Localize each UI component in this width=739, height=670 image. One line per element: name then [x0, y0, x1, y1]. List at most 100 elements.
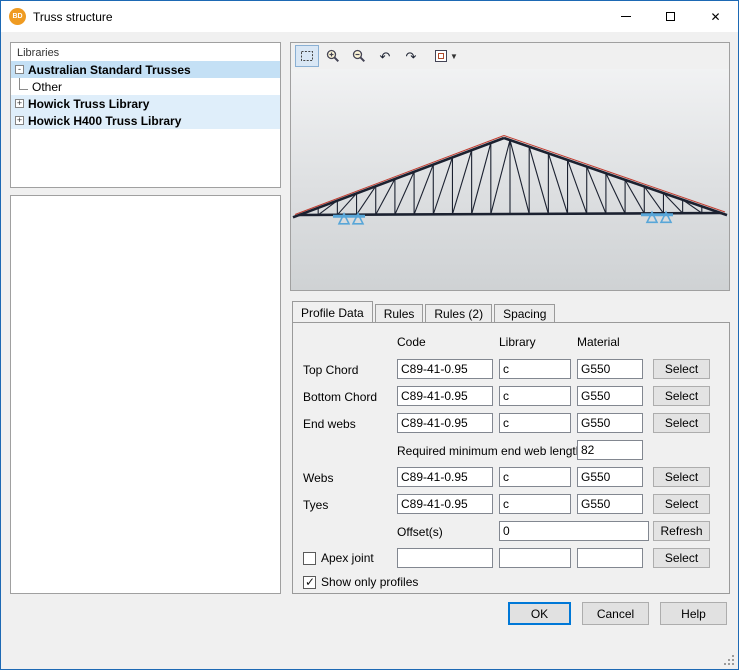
tyes-select-button[interactable]: Select [653, 494, 710, 514]
top-chord-library-input[interactable] [499, 359, 571, 379]
maximize-icon [666, 12, 675, 21]
window-title: Truss structure [33, 10, 113, 24]
ok-button[interactable]: OK [508, 602, 571, 625]
apex-code-input[interactable] [397, 548, 493, 568]
rotate-left-button[interactable]: ↶ [373, 45, 397, 67]
bottom-chord-code-input[interactable] [397, 386, 493, 406]
tree-item-label: Australian Standard Trusses [28, 63, 191, 77]
zoom-in-icon [325, 48, 341, 64]
webs-row: Webs Select [293, 467, 729, 488]
bottom-chord-row: Bottom Chord Select [293, 386, 729, 407]
tyes-material-input[interactable] [577, 494, 643, 514]
profile-data-panel: Code Library Material Top Chord Select B… [292, 322, 730, 594]
bottom-chord-library-input[interactable] [499, 386, 571, 406]
tyes-row: Tyes Select [293, 494, 729, 515]
top-chord-label: Top Chord [303, 363, 358, 377]
tab-rules[interactable]: Rules [375, 304, 424, 322]
cancel-button[interactable]: Cancel [582, 602, 649, 625]
truss-canvas[interactable] [291, 69, 729, 290]
bottom-chord-material-input[interactable] [577, 386, 643, 406]
show-only-profiles-label: Show only profiles [321, 575, 418, 589]
tyes-label: Tyes [303, 498, 328, 512]
apex-material-input[interactable] [577, 548, 643, 568]
viewer-toolbar: ↶ ↷ ▼ [291, 43, 729, 69]
tyes-code-input[interactable] [397, 494, 493, 514]
zoom-in-button[interactable] [321, 45, 345, 67]
offset-row: Offset(s) Refresh [293, 521, 729, 542]
tree-item-label: Other [32, 80, 62, 94]
expand-icon[interactable]: + [15, 116, 24, 125]
tree-item-label: Howick Truss Library [28, 97, 149, 111]
help-button[interactable]: Help [660, 602, 727, 625]
column-headers: Code Library Material [293, 331, 729, 352]
rotate-right-icon: ↷ [406, 50, 417, 63]
show-only-profiles-row: Show only profiles [303, 575, 418, 589]
zoom-window-button[interactable] [295, 45, 319, 67]
end-web-length-row: Required minimum end web length [293, 440, 729, 461]
webs-select-button[interactable]: Select [653, 467, 710, 487]
tab-rules-2[interactable]: Rules (2) [425, 304, 492, 322]
bottom-chord-select-button[interactable]: Select [653, 386, 710, 406]
truss-list-panel[interactable] [10, 195, 281, 594]
apex-library-input[interactable] [499, 548, 571, 568]
apex-joint-label: Apex joint [321, 551, 374, 565]
tree-item-howick-truss-library[interactable]: + Howick Truss Library [11, 95, 280, 112]
top-chord-material-input[interactable] [577, 359, 643, 379]
libraries-header: Libraries [11, 43, 280, 61]
zoom-out-icon [351, 48, 367, 64]
zoom-out-button[interactable] [347, 45, 371, 67]
show-only-profiles-checkbox[interactable] [303, 576, 316, 589]
dropdown-arrow-icon: ▼ [449, 52, 459, 61]
apex-select-button[interactable]: Select [653, 548, 710, 568]
webs-library-input[interactable] [499, 467, 571, 487]
tree-item-australian-standard-trusses[interactable]: - Australian Standard Trusses [11, 61, 280, 78]
tree-item-other[interactable]: Other [11, 78, 280, 95]
collapse-icon[interactable]: - [15, 65, 24, 74]
rotate-right-button[interactable]: ↷ [399, 45, 423, 67]
end-web-length-label: Required minimum end web length [397, 444, 582, 458]
tab-spacing[interactable]: Spacing [494, 304, 555, 322]
offset-input[interactable] [499, 521, 649, 541]
app-icon: BD [9, 8, 26, 25]
libraries-panel: Libraries - Australian Standard Trusses … [10, 42, 281, 188]
rotate-left-icon: ↶ [380, 50, 391, 63]
end-webs-select-button[interactable]: Select [653, 413, 710, 433]
tabstrip: Profile Data Rules Rules (2) Spacing [292, 301, 557, 322]
top-chord-code-input[interactable] [397, 359, 493, 379]
tyes-library-input[interactable] [499, 494, 571, 514]
tree-item-howick-h400-truss-library[interactable]: + Howick H400 Truss Library [11, 112, 280, 129]
libraries-tree: - Australian Standard Trusses Other + Ho… [11, 61, 280, 129]
apex-joint-row: Apex joint Select [293, 548, 729, 569]
webs-code-input[interactable] [397, 467, 493, 487]
end-webs-library-input[interactable] [499, 413, 571, 433]
minimize-button[interactable] [603, 1, 648, 32]
window-controls: ✕ [603, 1, 738, 32]
titlebar[interactable]: BD Truss structure ✕ [1, 1, 738, 32]
offset-label: Offset(s) [397, 525, 443, 539]
fit-view-button[interactable]: ▼ [429, 45, 463, 67]
webs-material-input[interactable] [577, 467, 643, 487]
resize-grip[interactable] [723, 654, 735, 666]
expand-icon[interactable]: + [15, 99, 24, 108]
material-column-header: Material [577, 335, 620, 349]
end-web-length-input[interactable] [577, 440, 643, 460]
tree-connector [19, 78, 28, 90]
end-webs-code-input[interactable] [397, 413, 493, 433]
minimize-icon [621, 16, 631, 17]
tree-item-label: Howick H400 Truss Library [28, 114, 181, 128]
code-column-header: Code [397, 335, 426, 349]
truss-preview [291, 69, 729, 290]
webs-label: Webs [303, 471, 333, 485]
close-icon: ✕ [710, 11, 720, 23]
apex-joint-checkbox[interactable] [303, 552, 316, 565]
maximize-button[interactable] [648, 1, 693, 32]
close-button[interactable]: ✕ [693, 1, 738, 32]
tab-profile-data[interactable]: Profile Data [292, 301, 373, 322]
bottom-chord-label: Bottom Chord [303, 390, 377, 404]
truss-structure-dialog: BD Truss structure ✕ Libraries - Austral… [0, 0, 739, 670]
refresh-button[interactable]: Refresh [653, 521, 710, 541]
end-webs-material-input[interactable] [577, 413, 643, 433]
zoom-window-icon [299, 48, 315, 64]
top-chord-row: Top Chord Select [293, 359, 729, 380]
top-chord-select-button[interactable]: Select [653, 359, 710, 379]
